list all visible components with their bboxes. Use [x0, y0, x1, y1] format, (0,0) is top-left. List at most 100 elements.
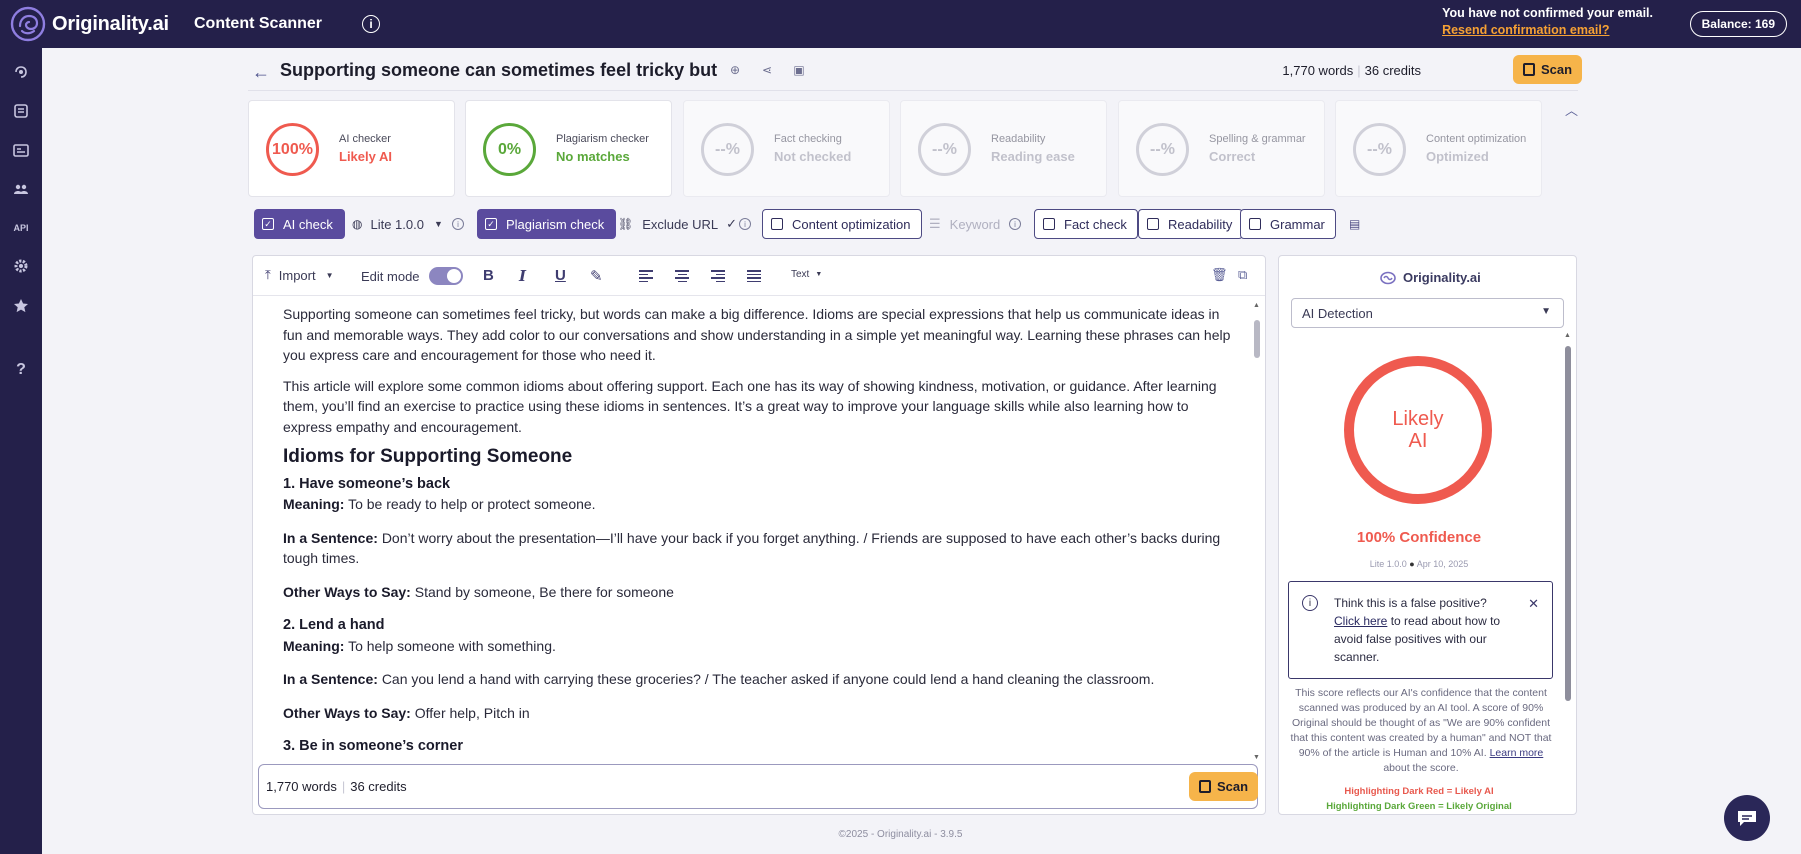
detection-type-select[interactable]: AI Detection ▼: [1291, 298, 1564, 328]
scan-button[interactable]: Scan: [1513, 55, 1583, 84]
brain-scan-icon[interactable]: [11, 62, 31, 82]
collapse-chevron-up-icon[interactable]: ︿: [1565, 100, 1578, 119]
model-info-icon[interactable]: i: [452, 209, 464, 239]
text-style-select[interactable]: Text ▼: [791, 269, 822, 280]
settings-gear-icon[interactable]: [11, 256, 31, 276]
exclude-url-toggle[interactable]: ⛓ Exclude URL ✓: [618, 209, 737, 239]
content-optimization-toggle[interactable]: Content optimization: [762, 209, 922, 239]
idiom-sentence: In a Sentence: Can you lend a hand with …: [283, 671, 1155, 687]
scrollbar-thumb[interactable]: [1254, 320, 1260, 358]
keyword-info-icon[interactable]: i: [1009, 209, 1021, 239]
score-card[interactable]: --% Content optimization Optimized: [1335, 100, 1542, 197]
exclude-url-info-icon[interactable]: i: [739, 209, 751, 239]
scan-button-label: Scan: [1541, 62, 1573, 77]
likely-ai-ring: Likely AI: [1344, 356, 1492, 504]
italic-button[interactable]: I: [519, 267, 526, 285]
scroll-down-arrow-icon[interactable]: ▼: [1253, 754, 1260, 761]
learn-more-link[interactable]: Learn more: [1490, 747, 1544, 759]
balance-badge[interactable]: Balance: 169: [1689, 11, 1787, 37]
editor-content[interactable]: Supporting someone can sometimes feel tr…: [283, 304, 1238, 757]
brain-logo-icon: [1380, 271, 1396, 284]
ai-check-toggle[interactable]: ✓ AI check: [254, 209, 345, 239]
detection-type-label: AI Detection: [1302, 306, 1373, 321]
footer-scan-button[interactable]: Scan: [1189, 772, 1259, 801]
brand-name: Originality.ai: [52, 12, 169, 35]
plagiarism-check-toggle[interactable]: ✓ Plagiarism check: [477, 209, 617, 239]
model-version-select[interactable]: ◍ Lite 1.0.0 ▼: [352, 209, 443, 239]
library-icon[interactable]: [11, 140, 31, 160]
fact-check-label: Fact check: [1064, 216, 1127, 232]
align-right-icon[interactable]: [711, 270, 725, 283]
keyword-input[interactable]: ☰ Keyword: [929, 209, 1000, 239]
fact-check-toggle[interactable]: Fact check: [1034, 209, 1138, 239]
score-card[interactable]: 100% AI checker Likely AI: [248, 100, 455, 197]
star-icon[interactable]: [11, 296, 31, 316]
exclude-url-label: Exclude URL: [642, 216, 719, 232]
editor-toolbar: ⤒ Import ▼ Edit mode B I U ✎ Text ▼ 🗑 ⧉: [253, 256, 1265, 296]
title-actions: ⊕ ⋖ ▣: [728, 63, 806, 77]
dot-separator: ●: [1409, 559, 1417, 569]
readability-label: Readability: [1168, 216, 1233, 232]
caret-down-icon: ▼: [1541, 306, 1551, 317]
export-icon[interactable]: ▣: [792, 63, 806, 77]
score-card[interactable]: --% Readability Reading ease: [900, 100, 1107, 197]
help-icon[interactable]: ?: [11, 360, 31, 380]
score-ring: --%: [701, 123, 754, 176]
panel-scrollbar[interactable]: ▲: [1564, 332, 1572, 726]
copy-icon[interactable]: ⧉: [1238, 267, 1247, 283]
align-center-icon[interactable]: [675, 270, 689, 283]
edit-mode-label: Edit mode: [361, 268, 420, 284]
grammar-label: Grammar: [1270, 216, 1325, 232]
scrollbar-thumb[interactable]: [1565, 346, 1571, 701]
edit-mode-toggle[interactable]: Edit mode: [361, 267, 463, 285]
word-count: 1,770 words: [1282, 63, 1354, 78]
api-icon[interactable]: API: [11, 218, 31, 238]
documents-icon[interactable]: [11, 101, 31, 121]
model-version-label: Lite 1.0.0: [370, 216, 424, 232]
score-card-value: Correct: [1209, 149, 1256, 164]
score-card[interactable]: 0% Plagiarism checker No matches: [465, 100, 672, 197]
checkbox-empty-icon: [771, 218, 783, 230]
readability-toggle[interactable]: Readability: [1138, 209, 1244, 239]
add-icon[interactable]: ⊕: [728, 63, 742, 77]
back-arrow-icon[interactable]: ←: [252, 62, 270, 83]
content-optimization-label: Content optimization: [792, 216, 911, 232]
align-justify-icon[interactable]: [747, 270, 761, 283]
editor-scrollbar[interactable]: ▲ ▼: [1253, 302, 1261, 761]
import-button[interactable]: ⤒ Import ▼: [265, 267, 334, 283]
version-label: Lite 1.0.0: [1369, 559, 1407, 569]
caret-down-icon: ▼: [325, 270, 334, 280]
highlight-pen-icon[interactable]: ✎: [590, 267, 603, 285]
bold-button[interactable]: B: [483, 267, 494, 284]
grammar-toggle[interactable]: Grammar: [1240, 209, 1336, 239]
footer-credit-count: 36 credits: [350, 779, 407, 794]
model-globe-icon: ◍: [352, 217, 363, 231]
score-card-value: No matches: [556, 149, 630, 164]
document-title[interactable]: Supporting someone can sometimes feel tr…: [280, 60, 717, 81]
confidence-score: 100% Confidence: [1356, 529, 1482, 546]
idiom-heading: 2. Lend a hand: [283, 617, 385, 633]
edit-mode-switch[interactable]: [428, 267, 463, 285]
scroll-up-arrow-icon[interactable]: ▲: [1253, 302, 1260, 309]
info-icon[interactable]: i: [362, 15, 381, 33]
checkbox-empty-icon: [1147, 218, 1159, 230]
editor-footer: 1,770 words | 36 credits Scan: [258, 764, 1259, 809]
chat-icon[interactable]: [1724, 795, 1770, 841]
close-icon[interactable]: ✕: [1528, 596, 1539, 612]
scroll-up-arrow-icon[interactable]: ▲: [1564, 332, 1571, 339]
underline-button[interactable]: U: [555, 267, 566, 284]
brand[interactable]: Originality.ai: [0, 4, 180, 44]
align-left-icon[interactable]: [639, 270, 653, 283]
score-card-label: Content optimization: [1426, 133, 1527, 145]
score-card[interactable]: --% Fact checking Not checked: [683, 100, 890, 197]
team-icon[interactable]: [11, 179, 31, 199]
false-positive-link[interactable]: Click here: [1334, 614, 1387, 628]
calendar-icon[interactable]: ▤: [1349, 209, 1360, 239]
checkbox-checked-icon: ✓: [262, 218, 274, 230]
header-divider: [248, 90, 1578, 91]
share-icon[interactable]: ⋖: [760, 63, 774, 77]
resend-confirmation-link[interactable]: Resend confirmation email?: [1442, 23, 1653, 37]
email-notice: You have not confirmed your email. Resen…: [1442, 6, 1653, 37]
trash-icon[interactable]: 🗑: [1211, 267, 1228, 283]
score-card[interactable]: --% Spelling & grammar Correct: [1118, 100, 1325, 197]
